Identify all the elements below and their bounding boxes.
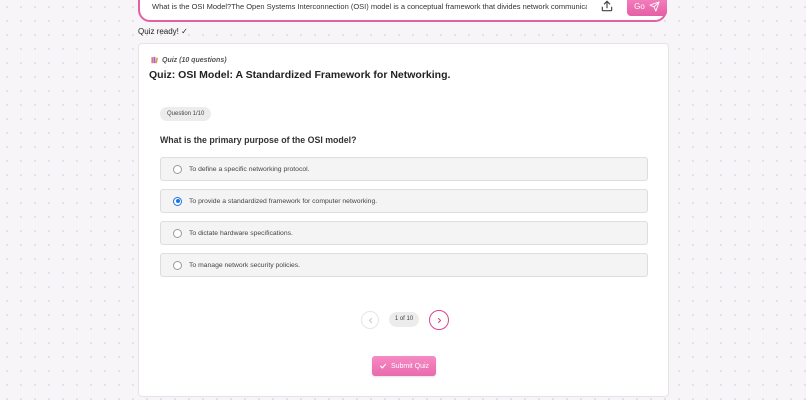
- previous-button[interactable]: [361, 311, 379, 329]
- radio-button[interactable]: [173, 164, 182, 174]
- radio-button[interactable]: [173, 228, 182, 238]
- upload-icon[interactable]: [600, 0, 614, 13]
- submit-quiz-button[interactable]: Submit Quiz: [372, 356, 436, 376]
- quiz-card: Quiz (10 questions) Quiz: OSI Model: A S…: [138, 43, 669, 397]
- quiz-tag-label: Quiz (10 questions): [162, 56, 227, 64]
- status-text: Quiz ready! ✓: [138, 27, 188, 36]
- option-label: To manage network security policies.: [189, 261, 301, 269]
- quiz-title: Quiz: OSI Model: A Standardized Framewor…: [149, 69, 451, 81]
- go-button[interactable]: Go: [627, 0, 667, 16]
- page-indicator: 1 of 10: [389, 312, 419, 327]
- option-label: To provide a standardized framework for …: [189, 197, 378, 205]
- chevron-right-icon: [437, 317, 441, 323]
- go-button-label: Go: [634, 1, 645, 11]
- option-3[interactable]: To dictate hardware specifications.: [160, 221, 648, 245]
- question-text: What is the primary purpose of the OSI m…: [160, 135, 357, 145]
- send-icon: [649, 0, 660, 12]
- submit-quiz-label: Submit Quiz: [390, 362, 430, 370]
- chevron-left-icon: [368, 317, 372, 323]
- option-4[interactable]: To manage network security policies.: [160, 253, 648, 277]
- prompt-bar: What is the OSI Model?The Open Systems I…: [138, 0, 667, 22]
- books-icon: [151, 56, 159, 64]
- option-label: To define a specific networking protocol…: [189, 165, 310, 173]
- option-1[interactable]: To define a specific networking protocol…: [160, 157, 648, 181]
- radio-button[interactable]: [173, 260, 182, 270]
- option-label: To dictate hardware specifications.: [189, 229, 293, 237]
- option-2[interactable]: To provide a standardized framework for …: [160, 189, 648, 213]
- next-button[interactable]: [429, 310, 449, 330]
- check-icon: [379, 363, 387, 369]
- radio-button-selected[interactable]: [173, 196, 182, 206]
- question-badge: Question 1/10: [160, 107, 212, 121]
- prompt-input[interactable]: What is the OSI Model?The Open Systems I…: [152, 2, 587, 11]
- quiz-tag: Quiz (10 questions): [151, 56, 227, 64]
